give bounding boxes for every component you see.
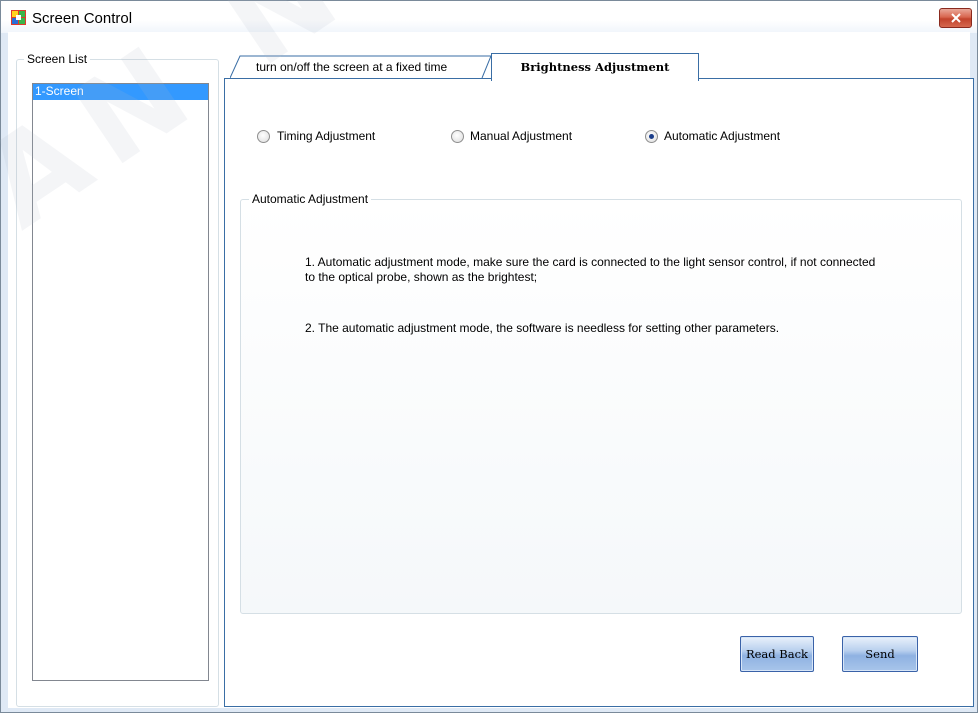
automatic-adjustment-label[interactable]: Automatic Adjustment <box>664 129 780 143</box>
screen-list-label: Screen List <box>24 52 91 66</box>
timing-adjustment-radio[interactable] <box>257 130 270 143</box>
tab-fixed-time[interactable]: turn on/off the screen at a fixed time <box>256 60 447 74</box>
automatic-note-1: 1. Automatic adjustment mode, make sure … <box>305 255 876 284</box>
manual-adjustment-label[interactable]: Manual Adjustment <box>470 129 572 143</box>
screen-list[interactable]: 1-Screen <box>32 83 209 681</box>
manual-adjustment-radio[interactable] <box>451 130 464 143</box>
automatic-adjustment-group: Automatic Adjustment 1. Automatic adjust… <box>240 192 962 614</box>
tab-brightness-adjustment[interactable]: Brightness Adjustment <box>491 53 699 81</box>
close-button[interactable] <box>939 8 972 28</box>
window-title: Screen Control <box>32 10 133 27</box>
title-bar: Screen Control <box>1 1 977 33</box>
screen-list-group: Screen List 1-Screen <box>16 52 219 707</box>
read-back-button[interactable]: Read Back <box>740 636 814 672</box>
automatic-adjustment-radio[interactable] <box>645 130 658 143</box>
automatic-note-2: 2. The automatic adjustment mode, the so… <box>305 321 780 335</box>
close-icon <box>950 13 961 23</box>
brightness-panel: Timing Adjustment Manual Adjustment Auto… <box>224 78 974 707</box>
screen-list-item[interactable]: 1-Screen <box>33 84 208 100</box>
automatic-adjustment-group-label: Automatic Adjustment <box>249 192 372 206</box>
timing-adjustment-label[interactable]: Timing Adjustment <box>277 129 375 143</box>
send-button[interactable]: Send <box>842 636 918 672</box>
app-icon <box>11 10 26 25</box>
